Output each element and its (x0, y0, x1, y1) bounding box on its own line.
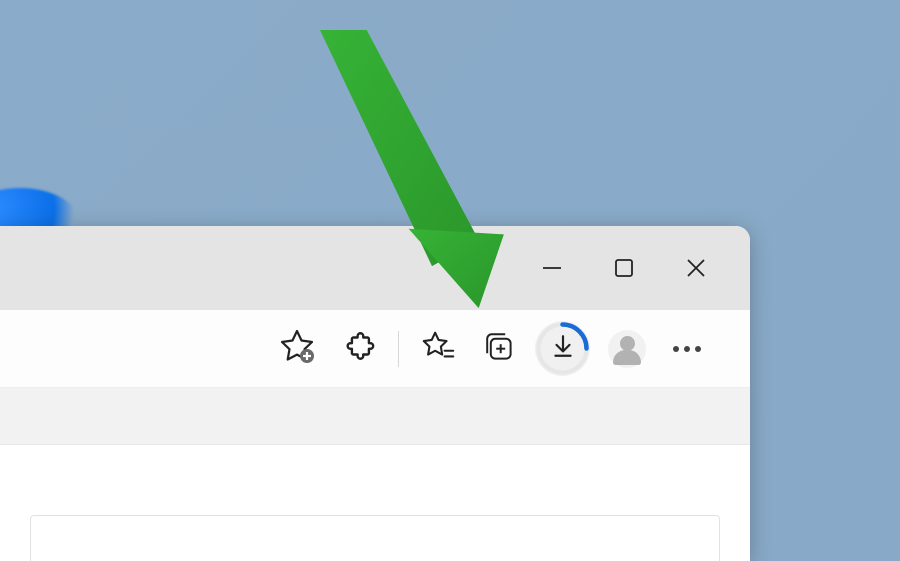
browser-toolbar (0, 310, 750, 388)
collection-plus-icon (480, 328, 516, 369)
download-arrow-icon (550, 333, 576, 364)
bookmarks-bar (0, 388, 750, 444)
content-panel (30, 515, 720, 561)
collections-button[interactable] (471, 322, 525, 376)
profile-button[interactable] (600, 322, 654, 376)
settings-menu-button[interactable] (660, 322, 714, 376)
puzzle-icon (342, 329, 376, 368)
star-plus-icon (277, 326, 317, 371)
maximize-button[interactable] (588, 240, 660, 296)
browser-window (0, 226, 750, 561)
avatar-icon (608, 330, 646, 368)
downloads-button[interactable] (535, 321, 590, 376)
title-bar (0, 226, 750, 310)
add-favorite-button[interactable] (268, 322, 326, 376)
minimize-button[interactable] (516, 240, 588, 296)
star-lines-icon (419, 327, 457, 370)
close-button[interactable] (660, 240, 732, 296)
dots-icon (673, 346, 701, 352)
page-content (0, 444, 750, 561)
toolbar-separator (398, 331, 399, 367)
favorites-button[interactable] (411, 322, 465, 376)
extensions-button[interactable] (332, 322, 386, 376)
